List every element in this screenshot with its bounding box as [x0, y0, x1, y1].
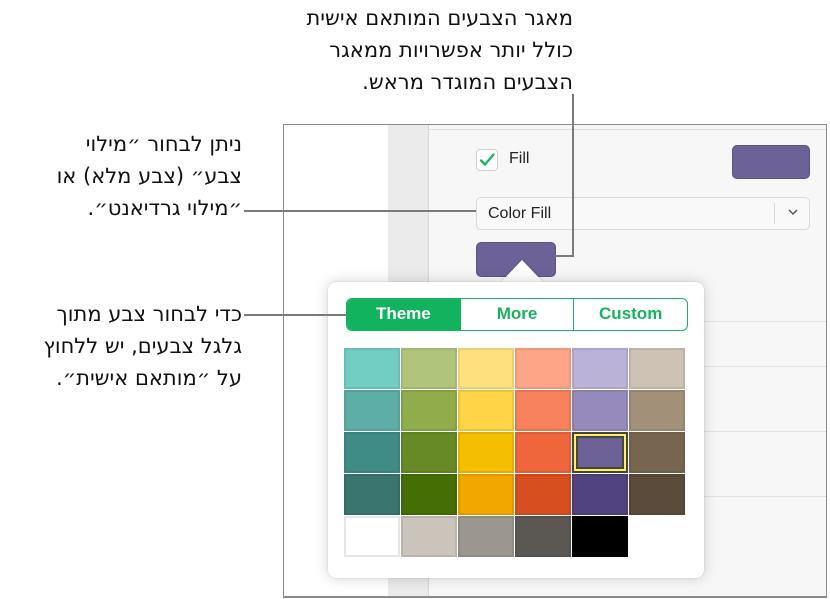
color-swatch[interactable]: [401, 390, 457, 431]
color-swatch[interactable]: [572, 474, 628, 515]
color-swatch[interactable]: [458, 432, 514, 473]
frame-border: [283, 596, 827, 598]
color-swatch[interactable]: [401, 516, 457, 557]
color-swatch[interactable]: [629, 474, 685, 515]
callout-line: כולל יותר אפשרויות ממאגר: [329, 38, 573, 62]
callout-custom-colors: מאגר הצבעים המותאם אישית כולל יותר אפשרו…: [300, 2, 573, 98]
callout-fill-type: ניתן לבחור ״מילוי צבע״ (צבע מלא) או ״מיל…: [10, 128, 242, 224]
color-swatch[interactable]: [515, 516, 571, 557]
swatch-row: [344, 390, 690, 431]
fill-color-button[interactable]: [732, 145, 810, 179]
popover-arrow: [500, 260, 544, 283]
color-swatch[interactable]: [401, 432, 457, 473]
callout-line: הצבעים המוגדר מראש.: [362, 70, 573, 94]
swatch-row: [344, 516, 690, 557]
color-swatch[interactable]: [515, 348, 571, 389]
divider: [429, 129, 826, 130]
fill-checkbox[interactable]: [476, 149, 498, 171]
color-swatch[interactable]: [515, 474, 571, 515]
tab-custom[interactable]: Custom: [573, 299, 687, 330]
fill-label: Fill: [509, 150, 530, 167]
checkmark-icon: [479, 153, 495, 166]
swatch-row: [344, 348, 690, 389]
leader-line: [244, 314, 346, 316]
callout-line: כדי לבחור צבע מתוך: [56, 302, 242, 326]
callout-line: מאגר הצבעים המותאם אישית: [306, 6, 573, 30]
callout-line: גלגל צבעים, יש ללחוץ: [43, 334, 242, 358]
color-swatch[interactable]: [515, 432, 571, 473]
divider: [774, 203, 775, 224]
leader-line: [572, 94, 574, 257]
fill-type-value: Color Fill: [488, 205, 552, 222]
callout-line: צבע״ (צבע מלא) או: [56, 164, 242, 188]
tab-theme[interactable]: Theme: [347, 299, 460, 330]
color-swatch[interactable]: [458, 390, 514, 431]
color-swatch[interactable]: [515, 390, 571, 431]
callout-line: על ״מותאם אישית״.: [55, 366, 242, 390]
leader-line: [244, 210, 476, 212]
swatch-row: [344, 474, 690, 515]
color-swatch[interactable]: [572, 390, 628, 431]
color-swatch[interactable]: [344, 474, 400, 515]
color-swatch[interactable]: [629, 390, 685, 431]
color-swatch[interactable]: [401, 474, 457, 515]
callout-line: ״מילוי גרדיאנט״.: [87, 196, 242, 220]
color-swatch[interactable]: [629, 348, 685, 389]
leader-line: [555, 255, 574, 257]
color-swatch[interactable]: [458, 474, 514, 515]
color-swatch[interactable]: [401, 348, 457, 389]
swatch-grid: [344, 348, 690, 558]
color-swatch[interactable]: [344, 390, 400, 431]
color-swatch[interactable]: [572, 348, 628, 389]
palette-tabs: Theme More Custom: [346, 298, 688, 331]
swatch-row: [344, 432, 690, 473]
color-swatch[interactable]: [344, 432, 400, 473]
color-swatch[interactable]: [458, 516, 514, 557]
color-swatch[interactable]: [344, 516, 400, 557]
color-swatch[interactable]: [629, 432, 685, 473]
callout-color-wheel: כדי לבחור צבע מתוך גלגל צבעים, יש ללחוץ …: [10, 298, 242, 394]
color-swatch[interactable]: [344, 348, 400, 389]
fill-type-select[interactable]: Color Fill: [476, 197, 810, 230]
color-swatch[interactable]: [458, 348, 514, 389]
tab-more[interactable]: More: [459, 299, 574, 330]
color-swatch[interactable]: [572, 516, 628, 557]
color-swatch[interactable]: [572, 432, 628, 473]
chevron-down-icon: [788, 209, 798, 216]
callout-line: ניתן לבחור ״מילוי: [85, 132, 242, 156]
color-popover: Theme More Custom: [328, 282, 704, 578]
